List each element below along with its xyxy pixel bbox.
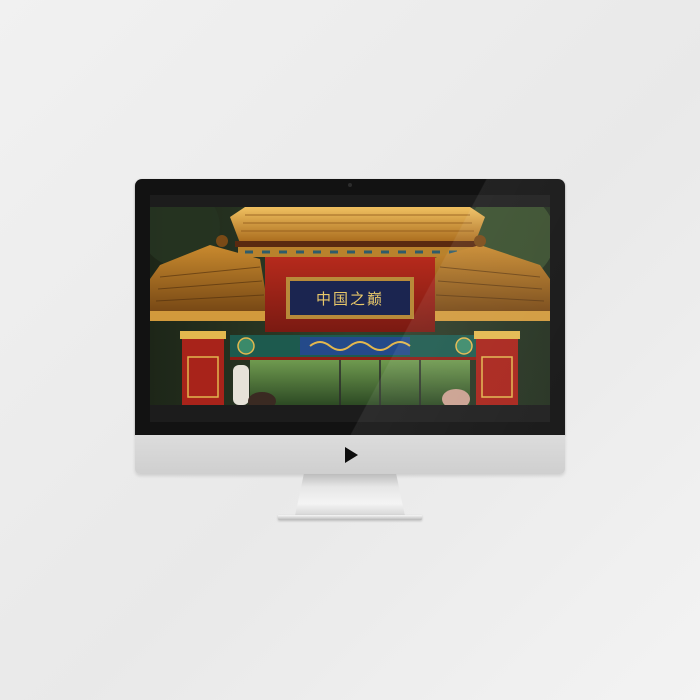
lintel-medallion [237, 337, 255, 355]
roof-eave [235, 241, 480, 247]
camera-dot [348, 183, 352, 187]
left-column-cap [180, 331, 226, 339]
play-triangle-icon [345, 447, 358, 463]
monitor-stand [295, 474, 405, 516]
gate-photo: 中国之巅 [150, 207, 550, 405]
left-eave [150, 311, 272, 321]
monitor-base [278, 515, 422, 520]
stone-lion [233, 365, 249, 405]
monitor-chin [135, 435, 565, 474]
imac-mockup: 中国之巅 [135, 179, 565, 521]
roof-ornament [474, 235, 486, 247]
right-column-cap [474, 331, 520, 339]
sign-plaque-text: 中国之巅 [316, 290, 384, 308]
lintel-edge [230, 357, 480, 360]
roof-ornament [216, 235, 228, 247]
garden-view [250, 360, 470, 405]
lintel-center-panel [300, 337, 410, 355]
monitor-screen: 中国之巅 [150, 195, 550, 422]
bracket-row [238, 247, 478, 257]
lintel-medallion [455, 337, 473, 355]
main-roof [230, 207, 485, 243]
right-eave [428, 311, 550, 321]
monitor-bezel: 中国之巅 [135, 179, 565, 435]
